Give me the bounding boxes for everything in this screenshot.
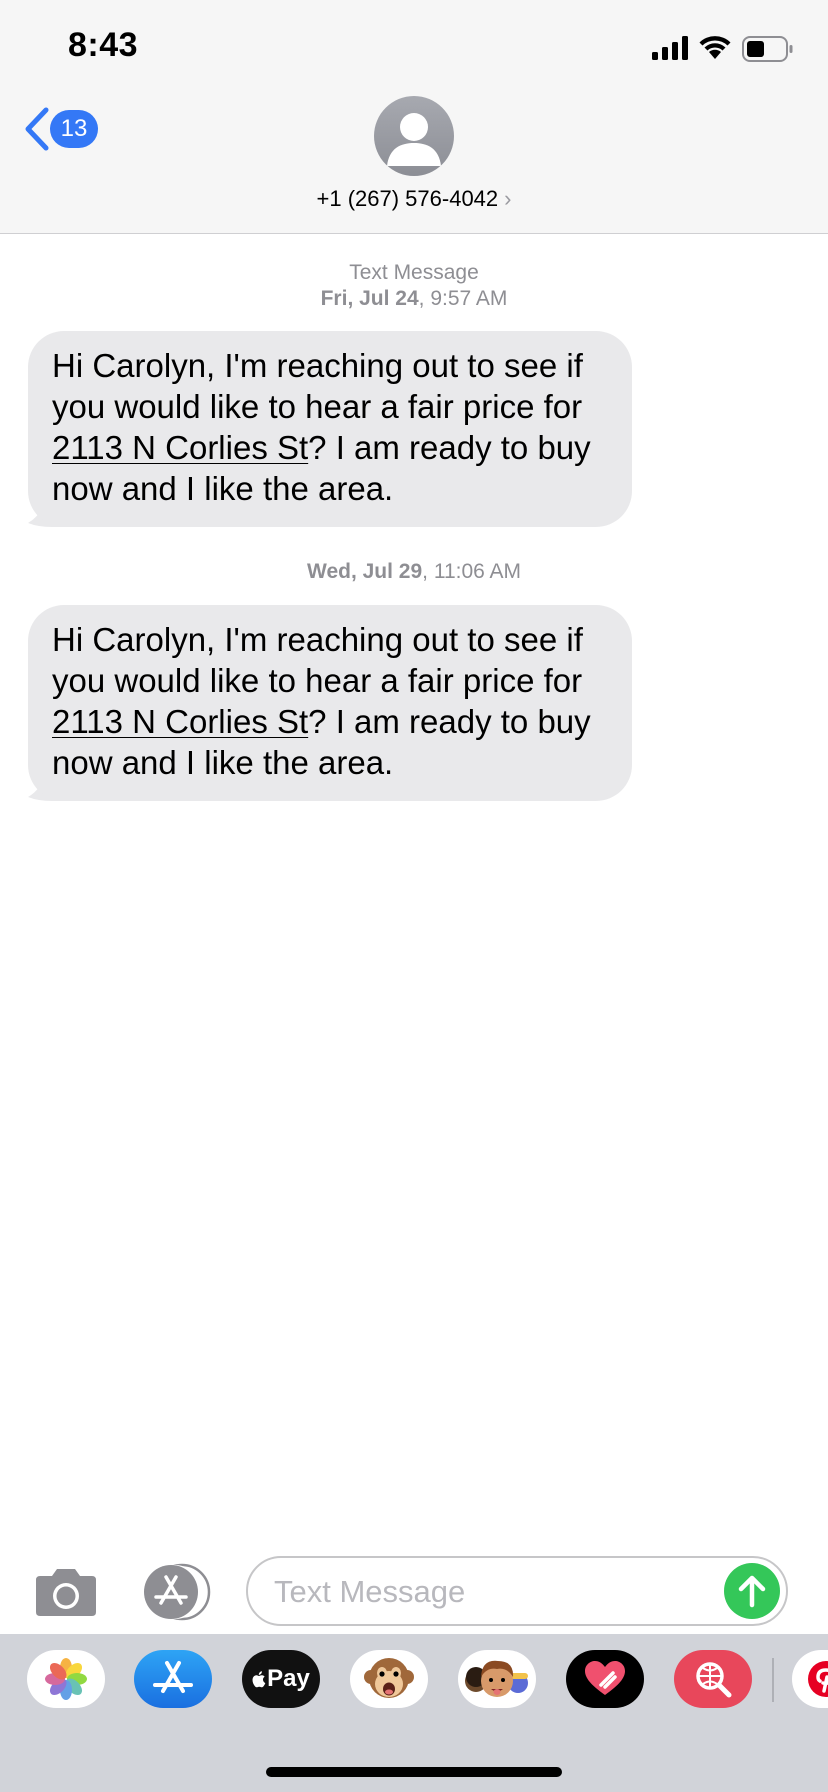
incoming-message-bubble[interactable]: Hi Carolyn, I'm reaching out to see if y… xyxy=(28,605,632,801)
timestamp-date: Fri, Jul 24 xyxy=(320,287,419,310)
web-search-icon xyxy=(696,1662,732,1698)
camera-icon[interactable] xyxy=(34,1566,98,1618)
apple-logo-icon xyxy=(252,1671,266,1688)
chevron-left-icon xyxy=(25,107,49,151)
message-text: Hi Carolyn, I'm reaching out to see if y… xyxy=(52,347,583,425)
apple-pay-app-button[interactable]: Pay xyxy=(242,1650,320,1708)
timestamp-time: , 9:57 AM xyxy=(418,287,508,310)
photos-icon xyxy=(45,1658,87,1700)
web-search-app-button[interactable] xyxy=(674,1650,752,1708)
arrow-up-icon xyxy=(738,1575,766,1608)
timestamp-time: , 11:06 AM xyxy=(422,560,521,583)
message-timestamp: Wed, Jul 29, 11:06 AM xyxy=(0,560,828,584)
unread-count-badge: 13 xyxy=(50,110,98,148)
heart-digital-touch-icon xyxy=(585,1661,625,1695)
memoji-app-button[interactable] xyxy=(458,1650,536,1708)
pinterest-app-button[interactable] xyxy=(792,1650,828,1708)
status-bar-time: 8:43 xyxy=(68,26,139,64)
drawer-divider xyxy=(772,1658,774,1702)
imessage-conversation-screen: 8:43 13 +1 (267) 576-4042 › Text Message… xyxy=(0,0,828,1792)
person-silhouette-icon xyxy=(387,113,441,166)
memoji-icon xyxy=(465,1660,528,1697)
wifi-icon xyxy=(699,36,731,59)
message-bubble-wrapper: Hi Carolyn, I'm reaching out to see if y… xyxy=(28,605,632,801)
back-button[interactable]: 13 xyxy=(20,104,110,154)
animoji-app-button[interactable] xyxy=(350,1650,428,1708)
contact-avatar[interactable] xyxy=(374,96,454,176)
incoming-message-bubble[interactable]: Hi Carolyn, I'm reaching out to see if y… xyxy=(28,331,632,527)
battery-icon xyxy=(742,36,793,62)
photos-app-button[interactable] xyxy=(27,1650,105,1708)
message-timestamp: Fri, Jul 24, 9:57 AM xyxy=(0,287,828,311)
cellular-signal-icon xyxy=(652,36,688,60)
message-input-placeholder: Text Message xyxy=(274,1574,466,1609)
contact-phone-number: +1 (267) 576-4042 xyxy=(316,186,499,211)
timestamp-date: Wed, Jul 29 xyxy=(307,560,423,583)
app-store-icon xyxy=(153,1661,193,1693)
app-store-drawer-icon[interactable] xyxy=(138,1563,214,1621)
send-button[interactable] xyxy=(724,1563,780,1619)
message-text: Hi Carolyn, I'm reaching out to see if y… xyxy=(52,621,583,699)
apple-pay-label: Pay xyxy=(267,1665,310,1692)
digital-touch-app-button[interactable] xyxy=(566,1650,644,1708)
message-input[interactable]: Text Message xyxy=(246,1556,788,1626)
home-indicator[interactable] xyxy=(266,1767,562,1777)
address-link[interactable]: 2113 N Corlies St xyxy=(52,703,308,740)
message-bubble-wrapper: Hi Carolyn, I'm reaching out to see if y… xyxy=(28,331,632,527)
chevron-right-icon: › xyxy=(504,186,512,211)
pinterest-icon xyxy=(808,1661,828,1697)
app-store-app-button[interactable] xyxy=(134,1650,212,1708)
address-link[interactable]: 2113 N Corlies St xyxy=(52,429,308,466)
service-label: Text Message xyxy=(349,261,479,284)
conversation-header: 8:43 13 +1 (267) 576-4042 › xyxy=(0,0,828,234)
contact-name-button[interactable]: +1 (267) 576-4042 › xyxy=(0,186,828,212)
animoji-monkey-icon xyxy=(364,1658,414,1698)
